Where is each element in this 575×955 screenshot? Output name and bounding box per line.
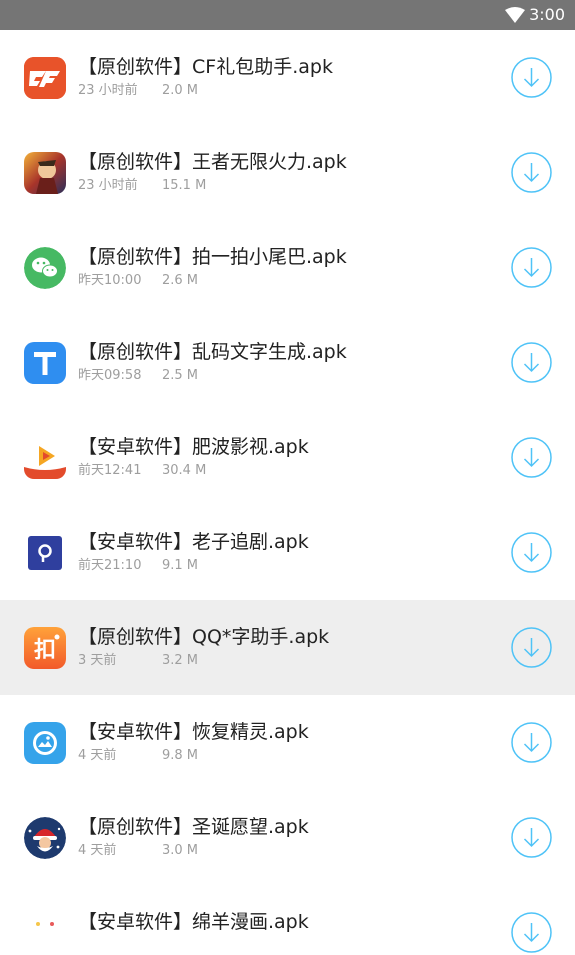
file-date: 23 小时前: [78, 178, 138, 193]
file-size: 9.1 M: [162, 558, 199, 573]
list-item[interactable]: 【原创软件】拍一拍小尾巴.apk 昨天10:00 2.6 M: [0, 220, 575, 315]
list-item[interactable]: 【安卓软件】恢复精灵.apk 4 天前 9.8 M: [0, 695, 575, 790]
char-assistant-icon: 扣: [24, 627, 66, 669]
file-meta: 前天21:10 9.1 M: [78, 557, 198, 575]
sheep-comic-icon: [24, 912, 66, 954]
download-icon[interactable]: [511, 342, 552, 383]
list-item[interactable]: 【安卓软件】老子追剧.apk 前天21:10 9.1 M: [0, 505, 575, 600]
file-name: 【安卓软件】老子追剧.apk: [78, 531, 309, 553]
file-name: 【原创软件】乱码文字生成.apk: [78, 341, 347, 363]
file-name: 【安卓软件】绵羊漫画.apk: [78, 911, 309, 933]
file-meta: 4 天前 9.8 M: [78, 747, 198, 765]
download-icon[interactable]: [511, 627, 552, 668]
download-icon[interactable]: [511, 247, 552, 288]
download-icon[interactable]: [511, 57, 552, 98]
file-size: 2.0 M: [162, 83, 199, 98]
santa-icon: [24, 817, 66, 859]
list-item[interactable]: 【原创软件】乱码文字生成.apk 昨天09:58 2.5 M: [0, 315, 575, 410]
download-icon[interactable]: [511, 532, 552, 573]
file-name: 【原创软件】拍一拍小尾巴.apk: [78, 246, 347, 268]
download-icon[interactable]: [511, 152, 552, 193]
file-list: 【原创软件】CF礼包助手.apk 23 小时前 2.0 M 【原创软件】王者无限…: [0, 30, 575, 955]
file-size: 3.2 M: [162, 653, 199, 668]
file-name: 【原创软件】QQ*字助手.apk: [78, 626, 330, 648]
honor-of-kings-icon: [24, 152, 66, 194]
file-meta: 3 天前 3.2 M: [78, 652, 198, 670]
wechat-icon: [24, 247, 66, 289]
file-date: 4 天前: [78, 748, 117, 763]
file-name: 【原创软件】王者无限火力.apk: [78, 151, 347, 173]
location-pin-icon: [24, 532, 66, 574]
list-item[interactable]: 【原创软件】CF礼包助手.apk 23 小时前 2.0 M: [0, 30, 575, 125]
text-t-icon: [24, 342, 66, 384]
download-icon[interactable]: [511, 817, 552, 858]
wifi-icon: [505, 7, 525, 23]
file-size: 2.6 M: [162, 273, 199, 288]
file-date: 4 天前: [78, 843, 117, 858]
file-meta: 昨天10:00 2.6 M: [78, 272, 198, 290]
file-name: 【安卓软件】恢复精灵.apk: [78, 721, 309, 743]
file-size: 9.8 M: [162, 748, 199, 763]
photo-recovery-icon: [24, 722, 66, 764]
file-meta: 4 天前 3.0 M: [78, 842, 198, 860]
file-date: 前天12:41: [78, 463, 142, 478]
file-name: 【原创软件】圣诞愿望.apk: [78, 816, 309, 838]
file-size: 3.0 M: [162, 843, 199, 858]
file-meta: 昨天09:58 2.5 M: [78, 367, 198, 385]
download-icon[interactable]: [511, 722, 552, 763]
file-size: 30.4 M: [162, 463, 207, 478]
file-date: 23 小时前: [78, 83, 138, 98]
list-item[interactable]: 【原创软件】圣诞愿望.apk 4 天前 3.0 M: [0, 790, 575, 885]
file-name: 【原创软件】CF礼包助手.apk: [78, 56, 333, 78]
file-name: 【安卓软件】肥波影视.apk: [78, 436, 309, 458]
file-meta: 23 小时前 15.1 M: [78, 177, 206, 195]
list-item[interactable]: 【安卓软件】肥波影视.apk 前天12:41 30.4 M: [0, 410, 575, 505]
file-size: 15.1 M: [162, 178, 207, 193]
cf-icon: [24, 57, 66, 99]
download-icon[interactable]: [511, 912, 552, 953]
file-meta: 前天12:41 30.4 M: [78, 462, 206, 480]
file-date: 昨天10:00: [78, 273, 142, 288]
file-date: 3 天前: [78, 653, 117, 668]
file-meta: 23 小时前 2.0 M: [78, 82, 198, 100]
video-play-icon: [24, 437, 66, 479]
status-time: 3:00: [529, 5, 565, 24]
file-date: 前天21:10: [78, 558, 142, 573]
status-bar: 3:00: [0, 0, 575, 30]
file-date: 昨天09:58: [78, 368, 142, 383]
list-item[interactable]: 扣 【原创软件】QQ*字助手.apk 3 天前 3.2 M: [0, 600, 575, 695]
download-icon[interactable]: [511, 437, 552, 478]
svg-text:扣: 扣: [34, 638, 56, 663]
list-item[interactable]: 【安卓软件】绵羊漫画.apk: [0, 885, 575, 955]
file-size: 2.5 M: [162, 368, 199, 383]
list-item[interactable]: 【原创软件】王者无限火力.apk 23 小时前 15.1 M: [0, 125, 575, 220]
